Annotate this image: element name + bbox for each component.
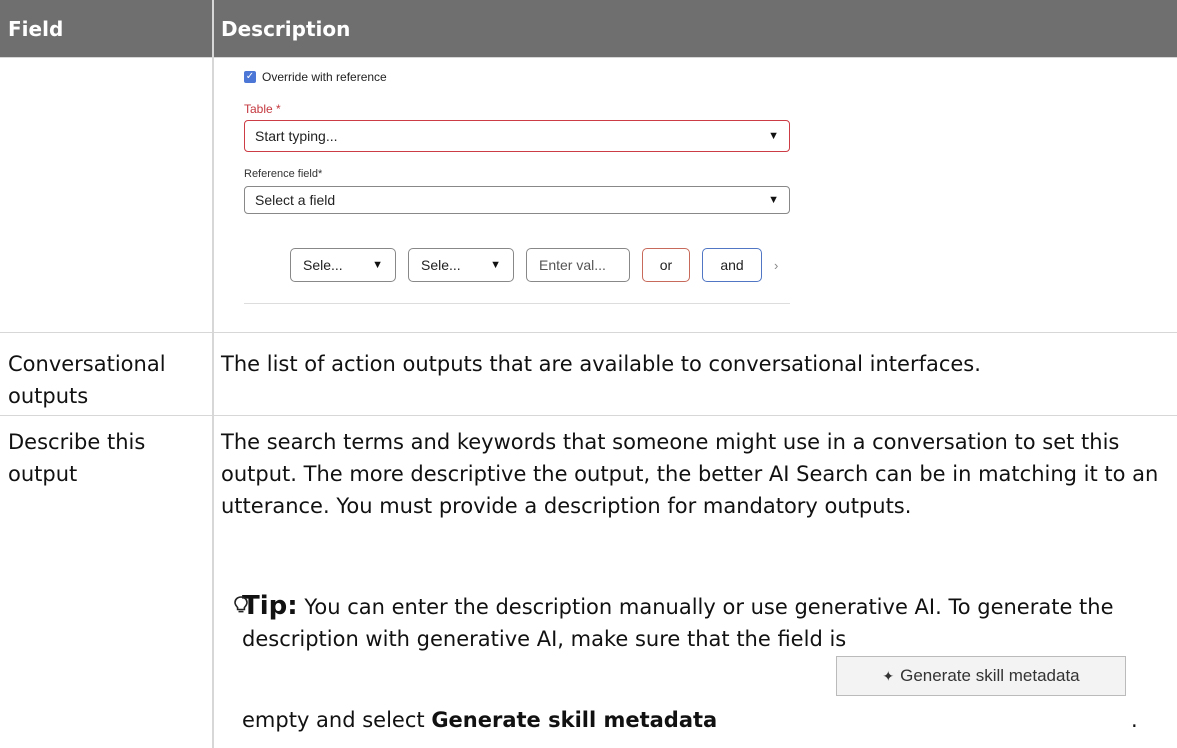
field-conversational-outputs: Conversational outputs bbox=[8, 352, 166, 408]
and-button[interactable]: and bbox=[702, 248, 762, 282]
table-select-placeholder: Start typing... bbox=[255, 128, 338, 144]
condition-value-input[interactable]: Enter val... bbox=[526, 248, 630, 282]
table-header: Field Description bbox=[0, 0, 1177, 58]
tip-text-line: empty and select Generate skill metadata bbox=[242, 708, 718, 732]
tip-label: Tip: bbox=[242, 591, 298, 621]
override-checkbox-label: Override with reference bbox=[262, 70, 387, 84]
reference-select-placeholder: Select a field bbox=[255, 192, 336, 208]
reference-field-label: Reference field* bbox=[244, 168, 323, 180]
required-marker: * bbox=[276, 102, 281, 116]
condition-field-select[interactable]: Sele... ▼ bbox=[290, 248, 396, 282]
header-description: Description bbox=[221, 17, 351, 41]
chevron-right-icon[interactable]: › bbox=[774, 258, 778, 273]
embedded-form-screenshot: ✓ Override with reference Table * Start … bbox=[236, 62, 792, 310]
sparkle-icon: ✦ bbox=[882, 667, 895, 684]
tip-note: Tip: You can enter the description manua… bbox=[234, 590, 1162, 655]
caret-down-icon: ▼ bbox=[372, 259, 383, 271]
tip-text: You can enter the description manually o… bbox=[242, 595, 1114, 651]
caret-down-icon: ▼ bbox=[490, 259, 501, 271]
caret-down-icon: ▼ bbox=[768, 130, 779, 142]
required-marker: * bbox=[318, 168, 323, 180]
field-describe-this-output: Describe this output bbox=[8, 430, 146, 486]
or-button[interactable]: or bbox=[642, 248, 690, 282]
description-describe-this-output: The search terms and keywords that someo… bbox=[221, 430, 1159, 518]
caret-down-icon: ▼ bbox=[768, 194, 779, 206]
reference-field-select[interactable]: Select a field ▼ bbox=[244, 186, 790, 214]
checkbox-checked-icon[interactable]: ✓ bbox=[244, 71, 256, 83]
condition-row: Sele... ▼ Sele... ▼ Enter val... or and … bbox=[290, 248, 778, 282]
row-divider bbox=[0, 332, 1177, 333]
embedded-divider bbox=[244, 303, 790, 304]
tip-bold-action: Generate skill metadata bbox=[431, 708, 718, 732]
column-divider bbox=[212, 0, 214, 748]
override-checkbox-row[interactable]: ✓ Override with reference bbox=[244, 70, 387, 84]
generate-skill-metadata-button[interactable]: ✦ Generate skill metadata bbox=[836, 656, 1126, 696]
header-field: Field bbox=[8, 17, 64, 41]
table-label: Table * bbox=[244, 102, 281, 116]
description-conversational-outputs: The list of action outputs that are avai… bbox=[221, 352, 981, 376]
row-divider bbox=[0, 415, 1177, 416]
table-select[interactable]: Start typing... ▼ bbox=[244, 120, 790, 152]
tip-period: . bbox=[1131, 708, 1138, 732]
lightbulb-icon bbox=[234, 596, 248, 613]
condition-operator-select[interactable]: Sele... ▼ bbox=[408, 248, 514, 282]
